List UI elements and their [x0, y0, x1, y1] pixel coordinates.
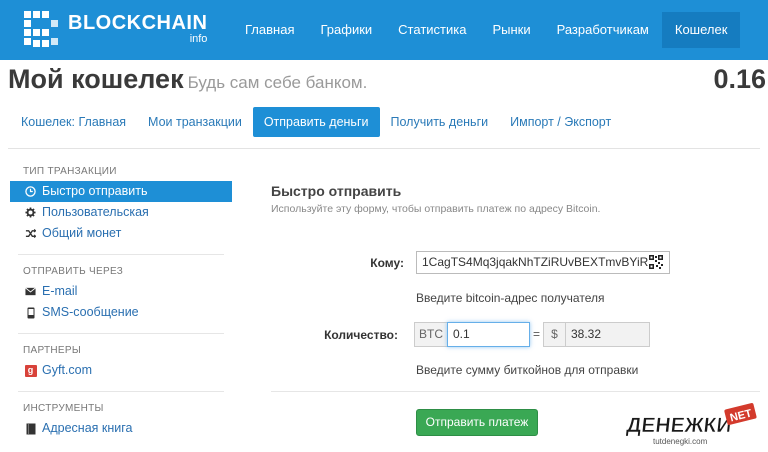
nav-home[interactable]: Главная — [232, 12, 307, 48]
nav-charts[interactable]: Графики — [307, 12, 385, 48]
page-title-text: Мой кошелек — [8, 64, 184, 94]
sidebar-item-label: E-mail — [42, 284, 78, 298]
main-nav: Главная Графики Статистика Рынки Разрабо… — [232, 12, 741, 48]
form-title: Быстро отправить — [271, 183, 402, 199]
gyft-logo-icon: g — [24, 364, 37, 377]
wallet-balance[interactable]: 0.16 — [713, 64, 766, 95]
send-payment-button[interactable]: Отправить платеж — [416, 409, 538, 436]
sidebar-item-email[interactable]: E-mail — [10, 281, 232, 302]
sidebar-item-label: SMS-сообщение — [42, 305, 139, 319]
sidebar-divider — [18, 391, 224, 392]
address-hint: Введите bitcoin-адрес получателя — [416, 291, 605, 305]
tab-wallet-home[interactable]: Кошелек: Главная — [10, 107, 137, 137]
usd-amount-input[interactable]: 38.32 — [565, 322, 650, 347]
usd-unit-addon: $ — [543, 322, 566, 347]
tab-send-money[interactable]: Отправить деньги — [252, 107, 380, 137]
watermark-text: ДЕНЕЖКИ — [625, 414, 732, 437]
amount-label: Количество: — [324, 328, 398, 342]
nav-developers[interactable]: Разработчикам — [544, 12, 662, 48]
sidebar-item-address-book[interactable]: Адресная книга — [10, 418, 232, 439]
tab-receive-money[interactable]: Получить деньги — [380, 107, 500, 137]
brand-title: BLOCKCHAIN — [68, 12, 208, 34]
header-divider — [8, 148, 760, 149]
form-description: Используйте эту форму, чтобы отправить п… — [271, 203, 601, 215]
page-title: Мой кошелек Будь сам себе банком. — [8, 64, 367, 95]
btc-amount-input[interactable]: 0.1 — [447, 322, 530, 347]
sidebar-item-shared-coin[interactable]: Общий монет — [10, 223, 232, 244]
wallet-subnav: Кошелек: Главная Мои транзакции Отправит… — [10, 107, 622, 137]
tab-my-transactions[interactable]: Мои транзакции — [137, 107, 253, 137]
sidebar-item-label: Адресная книга — [42, 421, 133, 435]
watermark-url: tutdenegki.com — [653, 437, 708, 446]
sidebar-item-gyft[interactable]: g Gyft.com — [10, 360, 232, 381]
amount-hint: Введите сумму биткойнов для отправки — [416, 363, 639, 377]
shuffle-icon — [24, 227, 37, 240]
blockchain-logo[interactable]: BLOCKCHAIN info — [22, 9, 207, 49]
sidebar-item-label: Gyft.com — [42, 363, 93, 377]
recipient-address-input[interactable]: 1CagTS4Mq3jqakNhTZiRUvBEXTmvBYiR — [416, 251, 670, 274]
sidebar-heading-partners: ПАРТНЕРЫ — [23, 345, 82, 356]
book-icon — [24, 422, 37, 435]
sidebar-heading-tx-type: ТИП ТРАНЗАКЦИИ — [23, 166, 117, 177]
equals-sign: = — [533, 327, 541, 341]
sidebar-heading-tools: ИНСТРУМЕНТЫ — [23, 403, 104, 414]
envelope-icon — [24, 285, 37, 298]
denezhki-watermark-logo: ДЕНЕЖКИ NET tutdenegki.com — [625, 403, 757, 446]
sidebar-item-custom[interactable]: Пользовательская — [10, 202, 232, 223]
blockchain-logo-icon — [24, 11, 58, 47]
to-label: Кому: — [370, 256, 404, 270]
sidebar-item-label: Быстро отправить — [42, 184, 148, 198]
clock-icon — [24, 185, 37, 198]
sidebar-item-quick-send[interactable]: Быстро отправить — [10, 181, 232, 202]
qr-code-icon[interactable] — [649, 255, 663, 269]
sidebar: ТИП ТРАНЗАКЦИИ Быстро отправить Пользова… — [10, 155, 232, 439]
brand-subtitle: info — [189, 33, 208, 45]
gear-icon — [24, 206, 37, 219]
form-divider — [271, 391, 760, 392]
sidebar-item-sms[interactable]: SMS-сообщение — [10, 302, 232, 323]
btc-unit-addon: BTC — [414, 322, 448, 347]
tab-import-export[interactable]: Импорт / Экспорт — [499, 107, 622, 137]
nav-markets[interactable]: Рынки — [479, 12, 543, 48]
nav-stats[interactable]: Статистика — [385, 12, 479, 48]
sidebar-divider — [18, 333, 224, 334]
top-navbar: BLOCKCHAIN info Главная Графики Статисти… — [0, 0, 768, 60]
sidebar-heading-send-via: ОТПРАВИТЬ ЧЕРЕЗ — [23, 266, 124, 277]
sidebar-item-label: Пользовательская — [42, 205, 149, 219]
page-subtitle: Будь сам себе банком. — [187, 73, 368, 92]
phone-icon — [24, 306, 37, 319]
nav-wallet[interactable]: Кошелек — [661, 12, 741, 48]
sidebar-item-label: Общий монет — [42, 226, 122, 240]
sidebar-divider — [18, 254, 224, 255]
